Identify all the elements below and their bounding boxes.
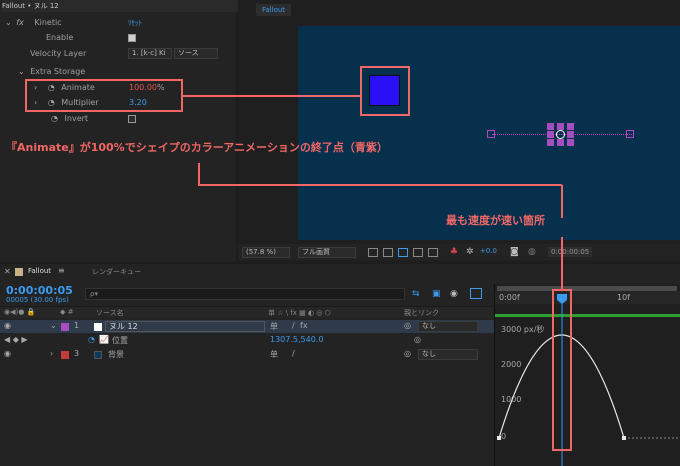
null-layer-handle[interactable] xyxy=(547,123,574,146)
shy-switch-icon[interactable]: 单 xyxy=(270,321,278,332)
quality-switch-icon[interactable]: / xyxy=(292,321,295,330)
path-end-handle[interactable] xyxy=(626,130,634,138)
layer-number: 1 xyxy=(74,321,80,330)
stopwatch-icon[interactable]: ◔ xyxy=(51,114,58,123)
position-value[interactable]: 1307.5,540.0 xyxy=(270,335,323,344)
keyframe-nav-icon[interactable]: ◀ ◆ ▶ xyxy=(4,335,28,344)
quality-switch-icon[interactable]: / xyxy=(292,349,295,358)
panel-title: Fallout • ヌル 12 xyxy=(2,0,238,12)
zoom-select[interactable]: (57.8 %) xyxy=(242,247,290,258)
extra-storage-label: Extra Storage xyxy=(30,67,86,76)
mask-visibility-icon[interactable] xyxy=(398,248,408,257)
property-row: ◀ ◆ ▶ ◔ 📈 位置 1307.5,540.0 ◎ xyxy=(0,334,494,347)
invert-label: Invert xyxy=(64,114,89,123)
velocity-source-select[interactable]: ソース xyxy=(174,48,218,59)
layer-name[interactable]: ヌル 12 xyxy=(105,321,265,332)
annotation-main-text: 『Animate』が100%でシェイプのカラーアニメーションの終了点（青紫） xyxy=(6,141,388,154)
enable-label: Enable xyxy=(46,33,74,42)
layer-number: 3 xyxy=(74,349,80,358)
layer-name[interactable]: 背景 xyxy=(108,349,124,360)
twirl-open-icon[interactable]: ⌄ xyxy=(5,18,12,27)
layer-row[interactable]: ◉ ⌄ 1 ヌル 12 单 / fx ◎ なし xyxy=(0,320,494,333)
panel-menu-icon[interactable]: ≡ xyxy=(58,266,65,275)
search-input[interactable]: ρ▾ xyxy=(85,288,405,300)
switches-header-icon: 单 ☆ \ fx ▦ ◐ ◎ ⬡ xyxy=(268,309,331,317)
twirl-closed-icon[interactable]: › xyxy=(50,349,53,358)
draft-3d-icon[interactable]: ▣ xyxy=(432,289,441,299)
render-queue-tab[interactable]: レンダーキュー xyxy=(92,267,141,277)
annotation-connector xyxy=(198,163,200,185)
channel-icon[interactable]: ♣ xyxy=(450,247,458,257)
enable-checkbox[interactable] xyxy=(128,34,136,42)
annotation-connector xyxy=(183,95,360,97)
pickwhip-icon[interactable]: ◎ xyxy=(404,349,411,358)
parent-select[interactable]: なし xyxy=(418,349,478,360)
visibility-header-icon: ◉◀)● 🔒 xyxy=(4,308,36,316)
twirl-open-icon[interactable]: ⌄ xyxy=(50,321,57,330)
source-name-header[interactable]: ソース名 xyxy=(96,308,124,318)
velocity-layer-select[interactable]: 1. [k-c] Ki xyxy=(128,48,172,59)
graph-editor-icon[interactable] xyxy=(470,288,482,299)
composition-icon xyxy=(15,268,23,276)
fx-icon[interactable]: fx xyxy=(16,18,24,27)
exposure-value[interactable]: +0.0 xyxy=(480,247,497,255)
layer-row[interactable]: ◉ › 3 背景 单 / ◎ なし xyxy=(0,348,494,361)
path-start-handle[interactable] xyxy=(487,130,495,138)
fx-switch-icon[interactable]: fx xyxy=(300,321,308,330)
solid-icon xyxy=(94,351,102,359)
annotation-connector xyxy=(561,185,563,218)
eye-icon[interactable]: ◉ xyxy=(4,321,11,330)
velocity-layer-label: Velocity Layer xyxy=(30,49,87,58)
shy-icon[interactable]: ◉ xyxy=(450,289,458,299)
graph-icon[interactable]: 📈 xyxy=(99,335,109,344)
reset-link[interactable]: ﾘｾｯﾄ xyxy=(128,17,142,29)
speed-graph xyxy=(497,294,680,466)
close-icon[interactable]: ✕ xyxy=(4,267,11,276)
annotation-connector xyxy=(198,184,562,186)
invert-checkbox[interactable] xyxy=(128,115,136,123)
color-management-icon[interactable]: ✲ xyxy=(466,247,474,257)
null-icon xyxy=(94,323,102,331)
annotation-box-peak xyxy=(552,289,572,451)
layer-column-header: ◉◀)● 🔒 ◆ # ソース名 单 ☆ \ fx ▦ ◐ ◎ ⬡ 親とリンク xyxy=(0,306,494,318)
transparency-grid-icon[interactable] xyxy=(383,248,393,257)
camera-icon[interactable]: ◙ xyxy=(510,247,519,257)
composition-mini-flowchart-icon[interactable]: ⇆ xyxy=(412,289,420,299)
viewer-timecode[interactable]: 0:00:00:05 xyxy=(548,247,593,257)
annotation-connector xyxy=(561,237,563,289)
stopwatch-icon[interactable]: ◔ xyxy=(88,335,95,344)
eye-icon[interactable]: ◉ xyxy=(4,349,11,358)
snapshot-icon[interactable] xyxy=(368,248,378,257)
viewer-toolbar: (57.8 %) フル画質 ♣ ✲ +0.0 ◙ ◍ 0:00:00:05 xyxy=(238,244,680,260)
pickwhip-icon[interactable]: ◎ xyxy=(404,321,411,330)
expression-pickwhip-icon[interactable]: ◎ xyxy=(414,335,421,344)
layer-color-label[interactable] xyxy=(61,351,69,359)
grid-icon[interactable] xyxy=(428,248,438,257)
quality-select[interactable]: フル画質 xyxy=(298,247,356,258)
layer-color-label[interactable] xyxy=(61,323,69,331)
label-header-icon: ◆ # xyxy=(60,308,74,316)
twirl-open-icon[interactable]: ⌄ xyxy=(18,67,25,76)
show-snapshot-icon[interactable]: ◍ xyxy=(528,247,536,257)
timeline-panel: ✕ Fallout ≡ レンダーキュー 0:00:00:05 00005 (30… xyxy=(0,264,680,466)
viewer-tab[interactable]: Fallout xyxy=(256,4,292,16)
annotation-speed-text: 最も速度が速い箇所 xyxy=(446,214,545,227)
graph-editor[interactable]: 0:00f 10f 3000 px/秒 2000 1000 0 xyxy=(494,284,680,466)
region-of-interest-icon[interactable] xyxy=(413,248,423,257)
annotation-box-square xyxy=(360,66,410,116)
parent-select[interactable]: なし xyxy=(418,321,478,332)
annotation-box-properties xyxy=(25,79,183,112)
parent-header[interactable]: 親とリンク xyxy=(404,308,439,318)
shy-switch-icon[interactable]: 单 xyxy=(270,349,278,360)
timeline-tab[interactable]: Fallout xyxy=(28,267,51,275)
effect-name: Kinetic xyxy=(34,18,62,27)
position-label: 位置 xyxy=(112,336,128,345)
effect-controls-panel: Fallout • ヌル 12 ⌄ fx Kinetic ﾘｾｯﾄ Enable… xyxy=(0,0,238,262)
frame-info: 00005 (30.00 fps) xyxy=(6,296,69,304)
